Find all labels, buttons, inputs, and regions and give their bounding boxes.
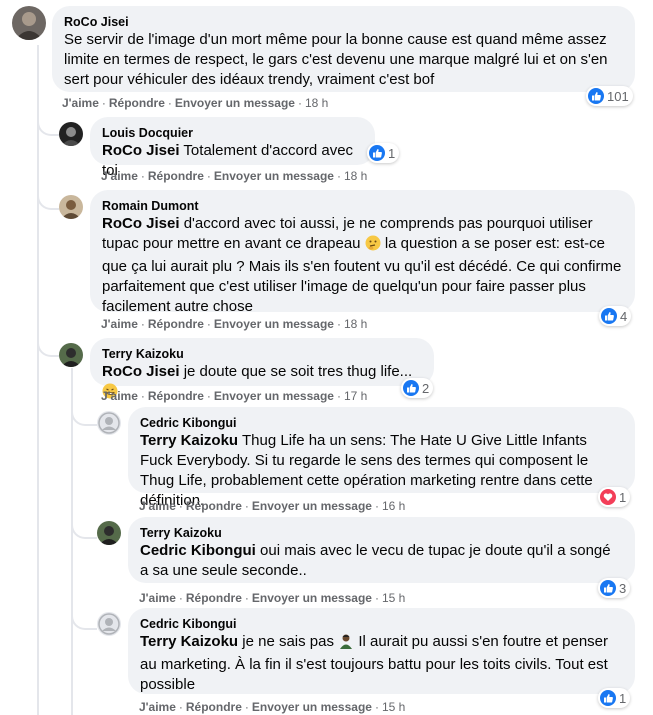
thread-line-main [37, 45, 39, 715]
reply-actions: J'aime · Répondre · Envoyer un message · 18 h [101, 317, 368, 331]
reply-text: je doute que se soit tres thug life... [179, 363, 413, 380]
nested-reply-bubble: Cedric Kibongui Terry Kaizoku je ne sais… [128, 608, 635, 694]
like-action[interactable]: J'aime [101, 317, 138, 331]
send-message-action[interactable]: Envoyer un message [252, 700, 372, 714]
thumbs-up-icon [588, 88, 604, 104]
reply-actions: J'aime · Répondre · Envoyer un message · 17 h [101, 389, 368, 403]
reply-action[interactable]: Répondre [148, 169, 204, 183]
reply-action[interactable]: Répondre [148, 389, 204, 403]
thinking-face-emoji [365, 235, 381, 257]
reply-actions: J'aime · Répondre · Envoyer un message · 15 h [139, 591, 406, 605]
thread-branch-5 [71, 515, 97, 539]
reaction-count: 1 [388, 145, 396, 161]
thumbs-up-icon [369, 145, 385, 161]
thread-branch-1 [37, 112, 59, 136]
avatar[interactable] [97, 521, 121, 545]
reply-action[interactable]: Répondre [109, 96, 165, 110]
like-action[interactable]: J'aime [101, 169, 138, 183]
send-message-action[interactable]: Envoyer un message [214, 389, 334, 403]
avatar[interactable] [59, 343, 83, 367]
reply-actions: J'aime · Répondre · Envoyer un message · 18 h [101, 169, 368, 183]
comment-actions: J'aime · Répondre · Envoyer un message · 18 h [62, 96, 329, 110]
comment-text: Se servir de l'image d'un mort même pour… [64, 31, 608, 88]
reply-action[interactable]: Répondre [186, 499, 242, 513]
timestamp[interactable]: 15 h [382, 700, 405, 714]
thread-branch-4 [71, 402, 97, 426]
reaction-count: 4 [620, 308, 628, 324]
mention-link[interactable]: RoCo Jisei [102, 215, 180, 232]
reply-author[interactable]: Romain Dumont [102, 198, 623, 214]
reply-actions: J'aime · Répondre · Envoyer un message · 15 h [139, 700, 406, 714]
reaction-badge[interactable]: 3 [598, 578, 631, 598]
reaction-badge[interactable]: 4 [599, 306, 632, 326]
timestamp[interactable]: 17 h [344, 389, 367, 403]
comment-author[interactable]: RoCo Jisei [64, 14, 623, 30]
send-message-action[interactable]: Envoyer un message [252, 499, 372, 513]
like-action[interactable]: J'aime [139, 499, 176, 513]
mention-link[interactable]: Cedric Kibongui [140, 542, 256, 559]
timestamp[interactable]: 16 h [382, 499, 405, 513]
reaction-count: 101 [607, 88, 629, 104]
avatar[interactable] [59, 195, 83, 219]
timestamp[interactable]: 18 h [344, 169, 367, 183]
send-message-action[interactable]: Envoyer un message [214, 169, 334, 183]
nested-reply-bubble: Cedric Kibongui Terry Kaizoku Thug Life … [128, 407, 635, 509]
like-action[interactable]: J'aime [139, 591, 176, 605]
like-action[interactable]: J'aime [139, 700, 176, 714]
thread-branch-3 [37, 333, 59, 357]
reaction-count: 2 [422, 380, 430, 396]
thumbs-up-icon [600, 690, 616, 706]
reply-action[interactable]: Répondre [148, 317, 204, 331]
thumbs-up-icon [600, 580, 616, 596]
reaction-badge[interactable]: 2 [401, 378, 434, 398]
reply-author[interactable]: Terry Kaizoku [102, 346, 422, 362]
like-action[interactable]: J'aime [62, 96, 99, 110]
reaction-count: 3 [619, 580, 627, 596]
reaction-count: 1 [619, 489, 627, 505]
mention-link[interactable]: RoCo Jisei [102, 363, 180, 380]
mention-link[interactable]: Terry Kaizoku [140, 633, 238, 650]
reply-actions: J'aime · Répondre · Envoyer un message · 16 h [139, 499, 406, 513]
send-message-action[interactable]: Envoyer un message [252, 591, 372, 605]
reply-text: je ne sais pas [238, 633, 339, 650]
reply-author[interactable]: Terry Kaizoku [140, 525, 623, 541]
reaction-badge[interactable]: 1 [367, 143, 400, 163]
send-message-action[interactable]: Envoyer un message [214, 317, 334, 331]
avatar[interactable] [59, 122, 83, 146]
avatar[interactable] [97, 411, 121, 435]
timestamp[interactable]: 18 h [305, 96, 328, 110]
mention-link[interactable]: RoCo Jisei [102, 142, 180, 159]
reply-bubble: Terry Kaizoku RoCo Jisei je doute que se… [90, 338, 434, 399]
avatar[interactable] [12, 6, 46, 40]
send-message-action[interactable]: Envoyer un message [175, 96, 295, 110]
reaction-badge[interactable]: 1 [598, 688, 631, 708]
timestamp[interactable]: 15 h [382, 591, 405, 605]
thumbs-up-icon [403, 380, 419, 396]
mention-link[interactable]: Terry Kaizoku [140, 432, 238, 449]
thumbs-up-icon [601, 308, 617, 324]
reply-author[interactable]: Cedric Kibongui [140, 415, 623, 431]
reply-bubble: Louis Docquier RoCo Jisei Totalement d'a… [90, 117, 375, 179]
avatar[interactable] [97, 612, 121, 636]
reply-author[interactable]: Cedric Kibongui [140, 616, 623, 632]
reply-bubble: Romain Dumont RoCo Jisei d'accord avec t… [90, 190, 635, 315]
timestamp[interactable]: 18 h [344, 317, 367, 331]
reaction-badge[interactable]: 101 [586, 86, 633, 106]
thread-branch-6 [71, 606, 97, 630]
reaction-count: 1 [619, 690, 627, 706]
reply-action[interactable]: Répondre [186, 591, 242, 605]
like-action[interactable]: J'aime [101, 389, 138, 403]
nested-reply-bubble: Terry Kaizoku Cedric Kibongui oui mais a… [128, 517, 635, 583]
person-emoji [338, 633, 354, 655]
comment-bubble: RoCo Jisei Se servir de l'image d'un mor… [52, 6, 635, 92]
reaction-badge[interactable]: 1 [598, 487, 631, 507]
reply-action[interactable]: Répondre [186, 700, 242, 714]
heart-icon [600, 489, 616, 505]
thread-branch-2 [37, 186, 59, 210]
reply-author[interactable]: Louis Docquier [102, 125, 363, 141]
